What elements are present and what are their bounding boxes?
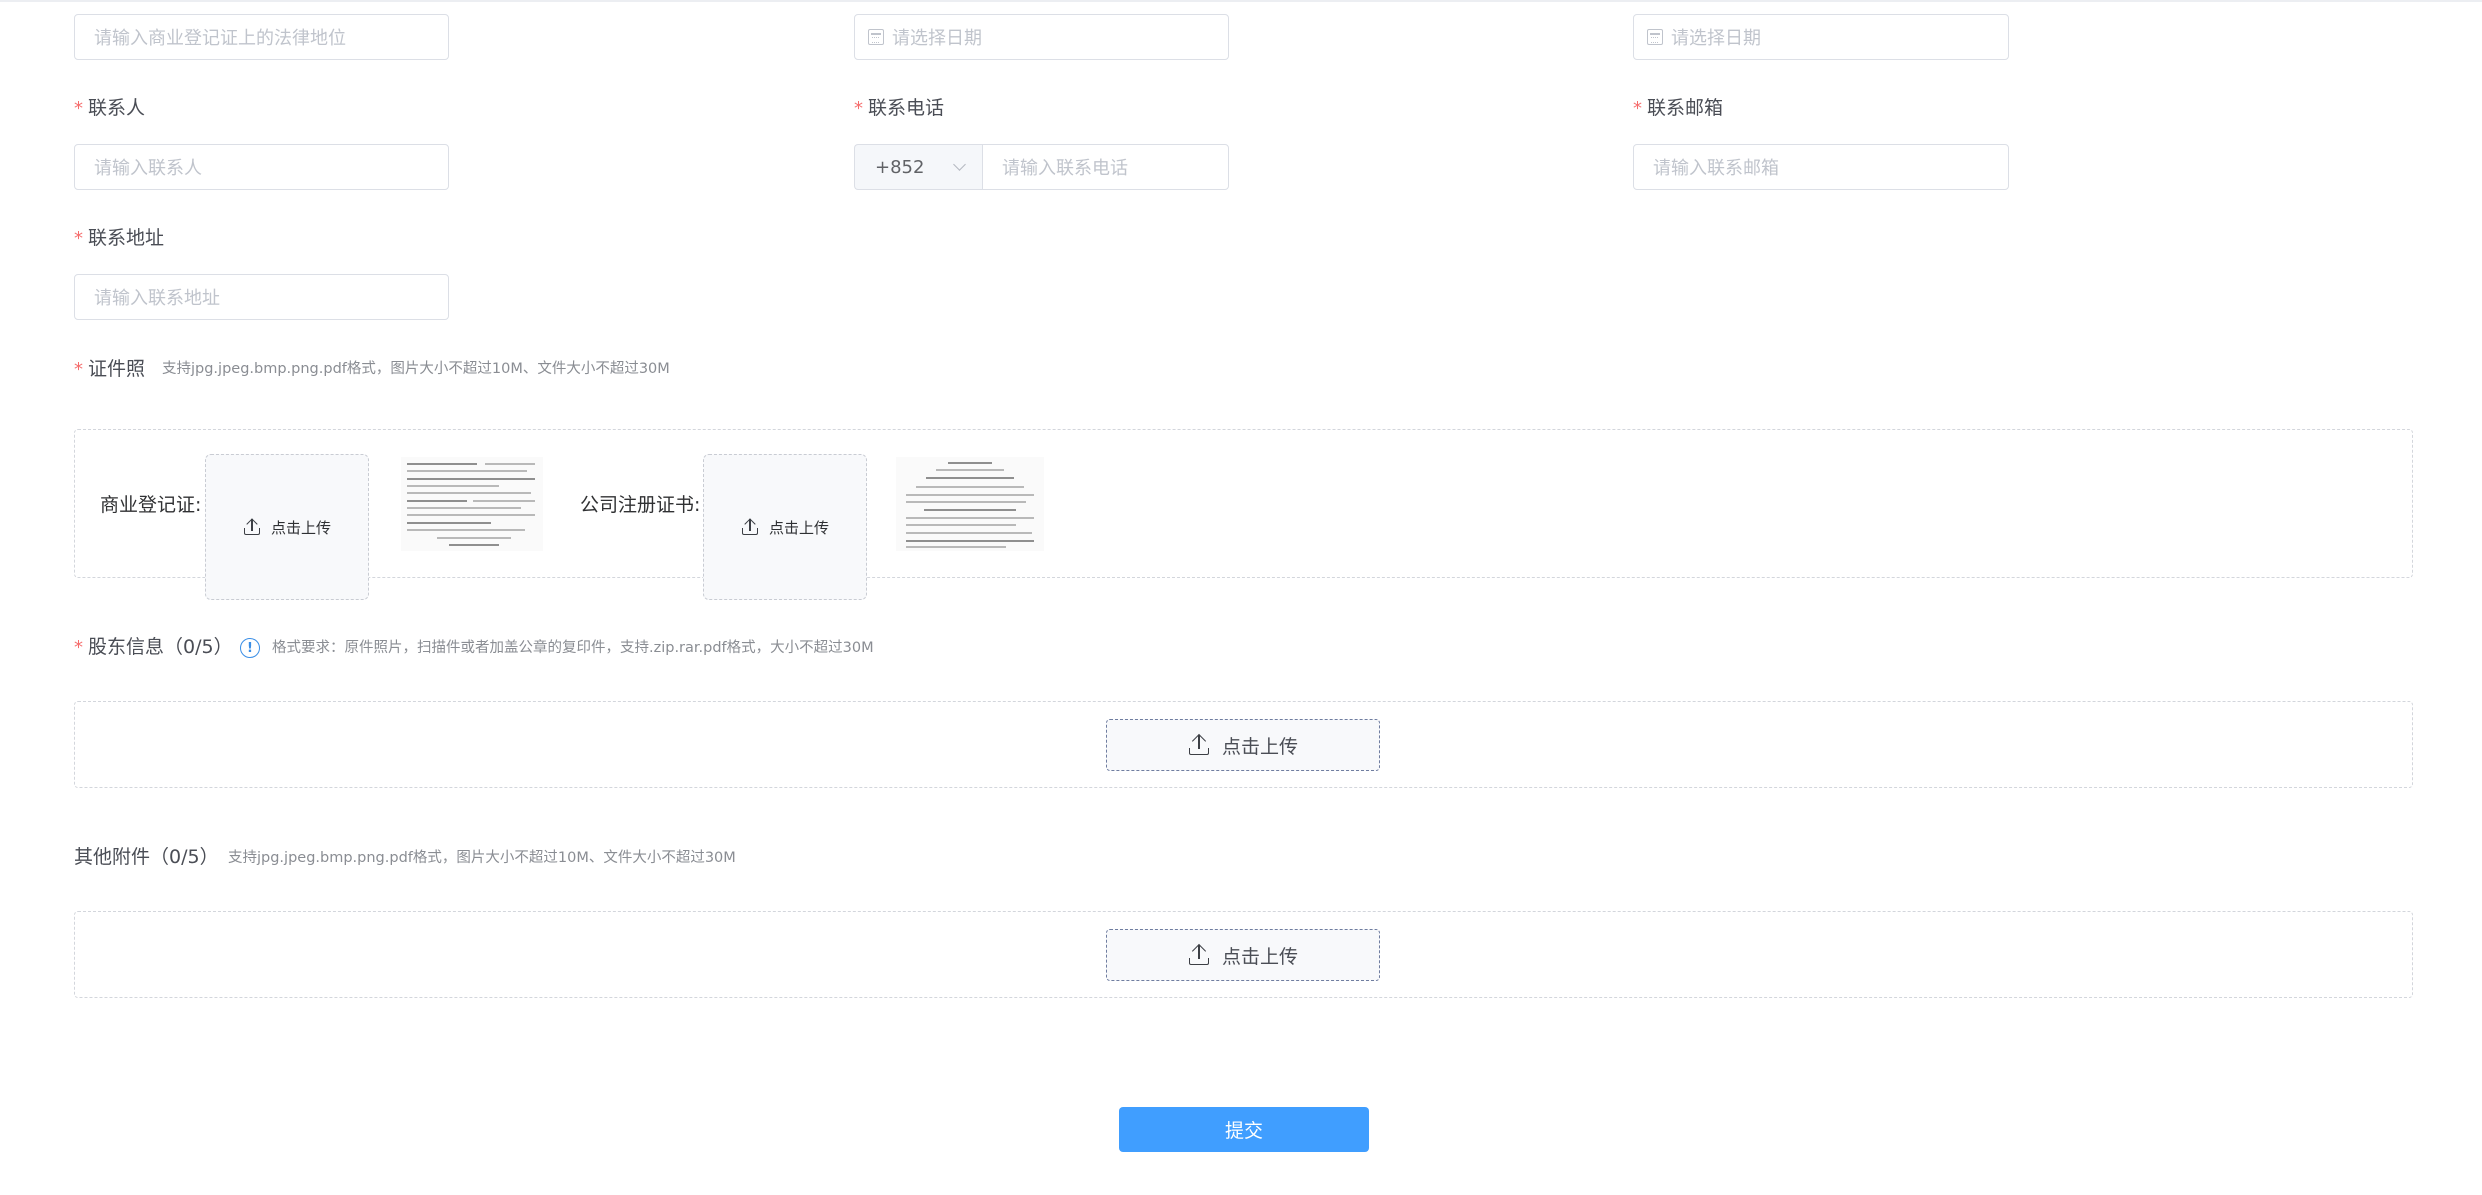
contact-phone-group: +852 请输入联系电话 <box>854 144 1229 190</box>
contact-email-input[interactable]: 请输入联系邮箱 <box>1633 144 2009 190</box>
country-code-select[interactable]: +852 <box>854 144 982 190</box>
legal-status-placeholder: 请输入商业登记证上的法律地位 <box>94 28 346 49</box>
submit-label: 提交 <box>1224 1120 1263 1142</box>
upload-label: 点击上传 <box>270 518 331 537</box>
contact-email-placeholder: 请输入联系邮箱 <box>1653 158 1779 179</box>
contact-phone-label: * 联系电话 <box>854 96 944 121</box>
shareholders-label-text: 股东信息（0/5） <box>88 636 233 658</box>
required-mark: * <box>854 98 863 119</box>
date-picker-2[interactable]: 请选择日期 <box>1633 14 2009 60</box>
date-picker-2-placeholder: 请选择日期 <box>1671 28 1761 49</box>
contact-person-label: * 联系人 <box>74 96 145 121</box>
upload-icon <box>243 518 261 536</box>
shareholders-upload-button[interactable]: 点击上传 <box>1106 719 1380 771</box>
date-picker-1-placeholder: 请选择日期 <box>892 28 982 49</box>
upload-label: 点击上传 <box>768 518 829 537</box>
shareholders-hint: 格式要求：原件照片，扫描件或者加盖公章的复印件，支持.zip.rar.pdf格式… <box>272 640 874 656</box>
business-registration-label: 商业登记证: <box>100 494 202 516</box>
required-mark: * <box>74 637 83 658</box>
contact-person-label-text: 联系人 <box>88 97 146 119</box>
contact-email-label: * 联系邮箱 <box>1633 96 1723 121</box>
certificates-label-text: 证件照 <box>88 358 146 380</box>
certificates-hint: 支持jpg.jpeg.bmp.png.pdf格式，图片大小不超过10M、文件大小… <box>162 361 670 377</box>
attachments-label: 其他附件（0/5） <box>74 846 219 868</box>
contact-phone-label-text: 联系电话 <box>868 97 945 119</box>
business-registration-thumbnail[interactable] <box>401 457 543 551</box>
upload-label: 点击上传 <box>1221 945 1298 968</box>
contact-address-placeholder: 请输入联系地址 <box>94 288 220 309</box>
required-mark: * <box>74 98 83 119</box>
country-code-value: +852 <box>875 156 925 178</box>
contact-person-input[interactable]: 请输入联系人 <box>74 144 449 190</box>
required-mark: * <box>1633 98 1642 119</box>
submit-button[interactable]: 提交 <box>1119 1107 1369 1152</box>
calendar-icon <box>868 29 884 45</box>
shareholders-label: * 股东信息（0/5） <box>74 635 233 660</box>
contact-phone-placeholder: 请输入联系电话 <box>1002 158 1128 179</box>
certificates-label: * 证件照 <box>74 357 145 382</box>
required-mark: * <box>74 228 83 249</box>
upload-icon <box>1188 943 1210 966</box>
contact-phone-input[interactable]: 请输入联系电话 <box>982 144 1229 190</box>
legal-status-input[interactable]: 请输入商业登记证上的法律地位 <box>74 14 449 60</box>
contact-address-label-text: 联系地址 <box>88 227 165 249</box>
attachments-upload-button[interactable]: 点击上传 <box>1106 929 1380 981</box>
date-picker-1[interactable]: 请选择日期 <box>854 14 1229 60</box>
attachments-hint: 支持jpg.jpeg.bmp.png.pdf格式，图片大小不超过10M、文件大小… <box>228 850 736 866</box>
company-registration-thumbnail[interactable] <box>896 457 1044 551</box>
info-circle-icon: ! <box>240 638 260 658</box>
calendar-icon <box>1647 29 1663 45</box>
business-registration-upload-button[interactable]: 点击上传 <box>205 454 369 600</box>
upload-label: 点击上传 <box>1221 735 1298 758</box>
required-mark: * <box>74 359 83 380</box>
contact-email-label-text: 联系邮箱 <box>1647 97 1724 119</box>
contact-address-input[interactable]: 请输入联系地址 <box>74 274 449 320</box>
upload-icon <box>741 518 759 536</box>
chevron-down-icon <box>953 158 966 171</box>
company-registration-label: 公司注册证书: <box>580 494 701 516</box>
company-registration-upload-button[interactable]: 点击上传 <box>703 454 867 600</box>
contact-person-placeholder: 请输入联系人 <box>94 158 202 179</box>
upload-icon <box>1188 733 1210 756</box>
top-divider <box>0 0 2482 2</box>
contact-address-label: * 联系地址 <box>74 226 164 251</box>
